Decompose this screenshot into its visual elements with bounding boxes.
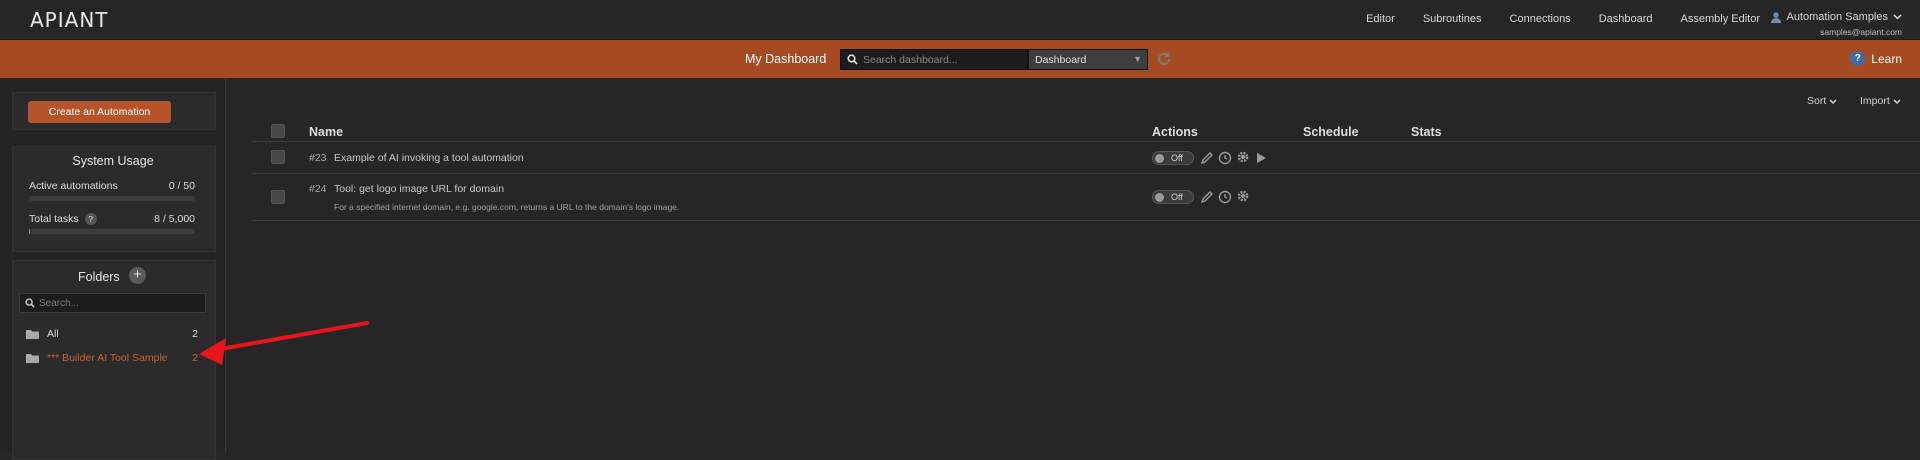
folder-icon — [26, 353, 39, 363]
row-divider — [252, 220, 1920, 221]
learn-label: Learn — [1871, 52, 1902, 66]
column-header-actions: Actions — [1152, 125, 1198, 139]
row-checkbox[interactable] — [271, 190, 285, 204]
folder-count: 2 — [192, 352, 198, 364]
total-tasks-row: Total tasks? 8 / 5,000 — [29, 213, 195, 225]
help-icon[interactable]: ? — [85, 213, 97, 225]
automation-list: Sort Import Name Actions Schedule Stats … — [230, 78, 1920, 452]
app-logo[interactable]: APIANT — [30, 8, 109, 32]
sort-label: Sort — [1807, 95, 1826, 107]
nav-links: Editor Subroutines Connections Dashboard… — [1338, 13, 1760, 25]
dashboard-search[interactable] — [840, 49, 1028, 70]
column-header-stats[interactable]: Stats — [1411, 125, 1442, 139]
toggle-knob — [1155, 193, 1164, 202]
folder-label: *** Builder AI Tool Sample — [47, 352, 168, 364]
nav-link-assembly-editor[interactable]: Assembly Editor — [1681, 13, 1760, 25]
user-menu[interactable]: Automation Samples samples@apiant.com — [1770, 11, 1903, 37]
column-header-name[interactable]: Name — [309, 125, 343, 139]
history-icon[interactable] — [1218, 190, 1232, 204]
play-icon[interactable] — [1254, 151, 1268, 165]
top-nav: APIANT Editor Subroutines Connections Da… — [0, 0, 1920, 40]
row-divider — [252, 173, 1920, 174]
view-select[interactable]: Dashboard ▼ — [1028, 49, 1148, 70]
status-toggle[interactable]: Off — [1152, 151, 1194, 165]
nav-link-connections[interactable]: Connections — [1510, 13, 1571, 25]
page-title: My Dashboard — [745, 52, 826, 66]
search-icon — [25, 298, 35, 308]
folder-item-all[interactable]: All 2 — [26, 328, 198, 340]
help-icon: ? — [1850, 51, 1865, 66]
status-label: Off — [1171, 192, 1183, 202]
column-header-schedule[interactable]: Schedule — [1303, 125, 1359, 139]
header-divider — [252, 141, 1920, 142]
user-icon — [1770, 11, 1782, 23]
active-automations-row: Active automations 0 / 50 — [29, 180, 195, 192]
sort-dropdown[interactable]: Sort — [1807, 95, 1837, 107]
active-automations-value: 0 / 50 — [169, 180, 195, 192]
status-label: Off — [1171, 153, 1183, 163]
automation-id: #23 — [309, 152, 327, 164]
automation-name[interactable]: Tool: get logo image URL for domain — [334, 183, 504, 195]
select-all-checkbox[interactable] — [271, 124, 285, 138]
add-folder-icon[interactable]: + — [129, 267, 146, 284]
chevron-down-icon — [1893, 14, 1902, 20]
folder-item-builder-ai-tool-sample[interactable]: *** Builder AI Tool Sample 2 — [26, 352, 198, 364]
user-name: Automation Samples — [1787, 11, 1889, 23]
row-checkbox[interactable] — [271, 150, 285, 164]
chevron-down-icon — [1893, 99, 1901, 104]
learn-button[interactable]: ? Learn — [1850, 51, 1902, 66]
refresh-icon[interactable] — [1155, 50, 1173, 68]
import-dropdown[interactable]: Import — [1860, 95, 1901, 107]
folder-count: 2 — [192, 328, 198, 340]
status-toggle[interactable]: Off — [1152, 190, 1194, 204]
dashboard-search-input[interactable] — [863, 54, 1023, 66]
automation-id: #24 — [309, 183, 327, 195]
user-email: samples@apiant.com — [1770, 27, 1903, 37]
chevron-down-icon: ▼ — [1133, 54, 1142, 64]
create-automation-button[interactable]: Create an Automation — [28, 101, 171, 123]
total-tasks-label: Total tasks — [29, 213, 79, 225]
edit-icon[interactable] — [1200, 190, 1214, 204]
folder-icon — [26, 329, 39, 339]
folder-label: All — [47, 328, 59, 340]
search-icon — [847, 54, 858, 65]
folder-search-input[interactable] — [39, 298, 199, 309]
edit-icon[interactable] — [1200, 151, 1214, 165]
automation-description: For a specified internet domain, e.g. go… — [334, 202, 679, 212]
folders-title: Folders — [78, 270, 120, 284]
sidebar: Create an Automation System Usage Active… — [0, 78, 226, 452]
system-usage-title: System Usage — [0, 154, 226, 168]
gear-icon[interactable] — [1236, 189, 1250, 203]
import-label: Import — [1860, 95, 1890, 107]
automation-name[interactable]: Example of AI invoking a tool automation — [334, 152, 524, 164]
total-tasks-bar — [29, 229, 195, 234]
nav-link-subroutines[interactable]: Subroutines — [1423, 13, 1482, 25]
gear-icon[interactable] — [1236, 150, 1250, 164]
chevron-down-icon — [1829, 99, 1837, 104]
dashboard-toolbar: My Dashboard Dashboard ▼ ? Learn — [0, 40, 1920, 78]
folder-search[interactable] — [19, 293, 206, 313]
history-icon[interactable] — [1218, 151, 1232, 165]
view-select-value: Dashboard — [1035, 54, 1086, 66]
active-automations-label: Active automations — [29, 180, 118, 192]
active-automations-bar — [29, 196, 195, 201]
nav-link-dashboard[interactable]: Dashboard — [1599, 13, 1653, 25]
total-tasks-value: 8 / 5,000 — [154, 213, 195, 225]
nav-link-editor[interactable]: Editor — [1366, 13, 1395, 25]
toggle-knob — [1155, 154, 1164, 163]
